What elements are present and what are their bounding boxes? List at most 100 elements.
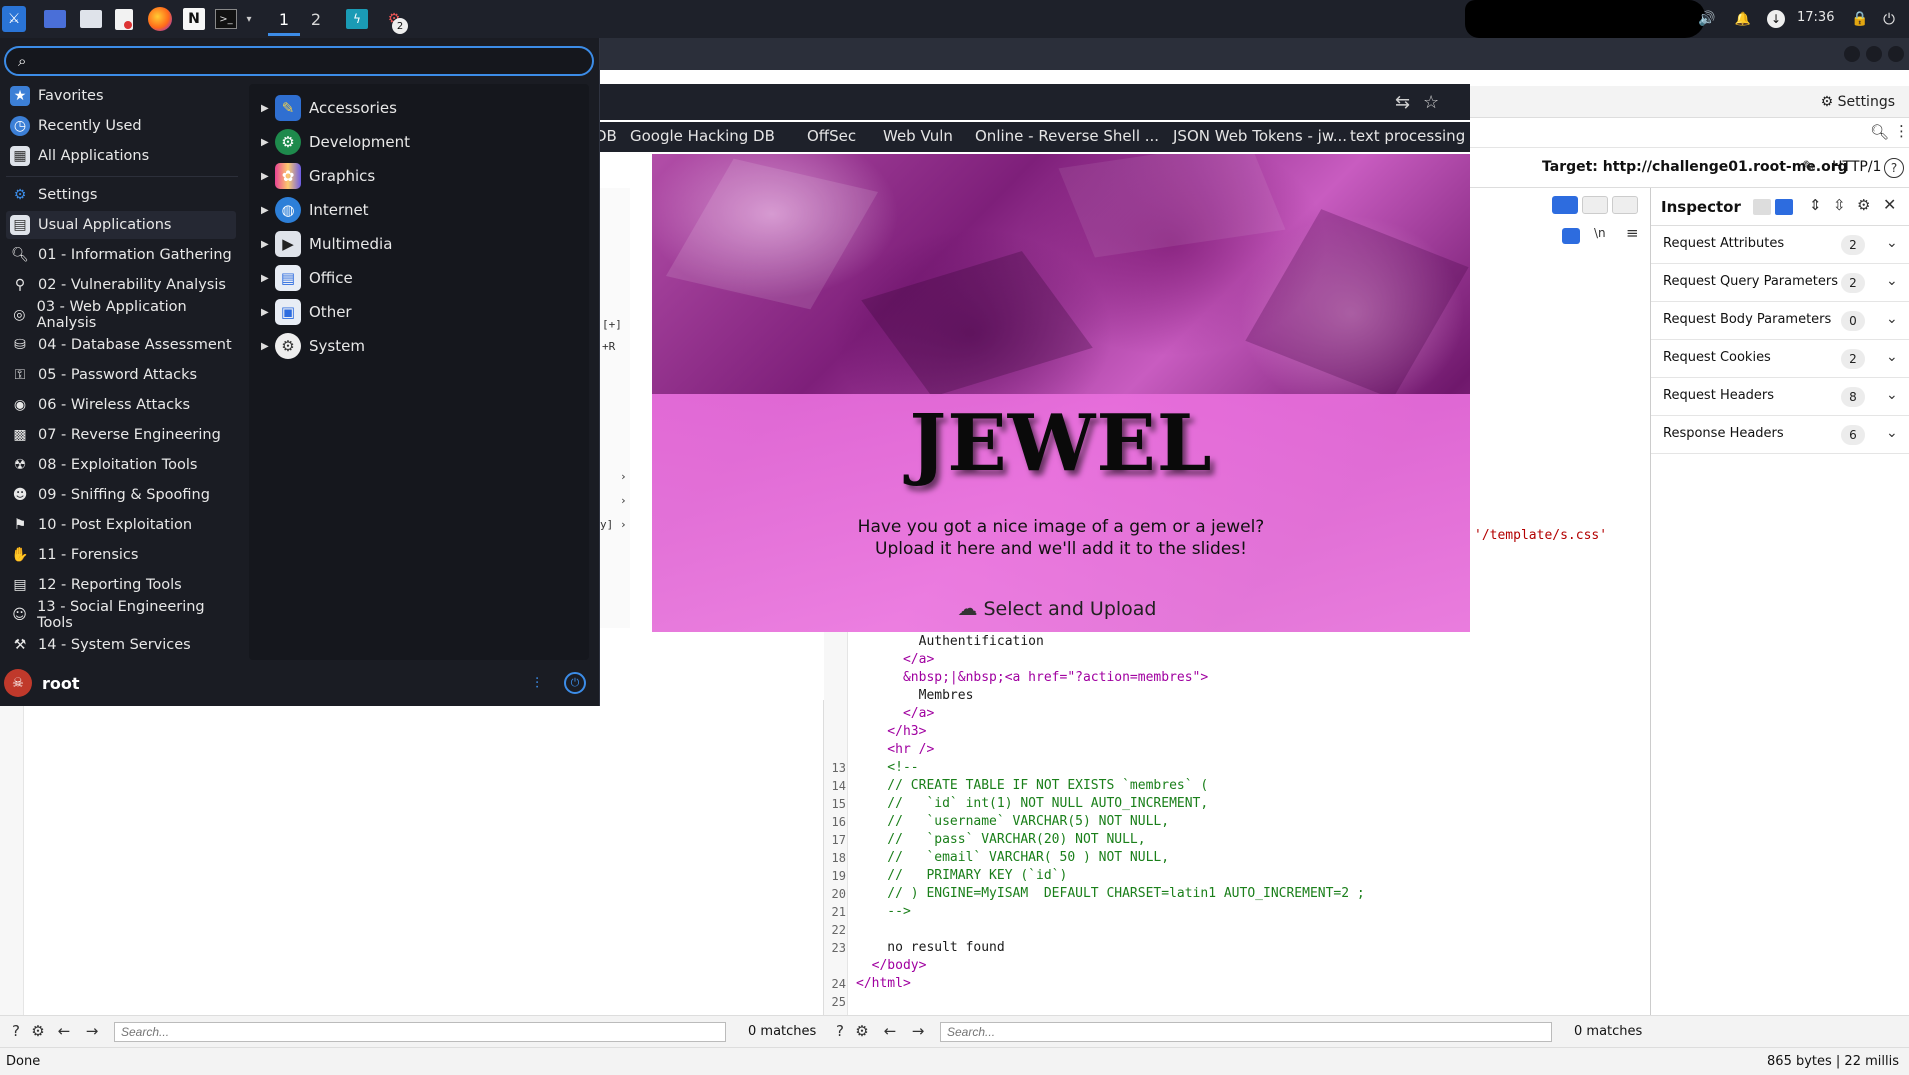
app-accessories[interactable]: ▶ ✎ Accessories — [261, 92, 581, 124]
settings-button[interactable]: ⚙ Settings — [1821, 94, 1895, 110]
category-web-application-analysis[interactable]: ◎ 03 - Web Application Analysis — [6, 299, 236, 331]
chevron-right-icon[interactable]: ▶ — [261, 137, 275, 148]
category-password-attacks[interactable]: ⚿ 05 - Password Attacks — [6, 361, 236, 389]
user-account[interactable]: ☠ root — [4, 668, 80, 698]
help-icon[interactable]: ? — [830, 1021, 850, 1041]
category-favorites[interactable]: ★ Favorites — [6, 82, 236, 110]
translate-icon[interactable]: ⇆ — [1395, 92, 1410, 113]
bookmark-item[interactable]: text processing — [1350, 127, 1465, 145]
inspector-row-body-parameters[interactable]: Request Body Parameters 0 ⌄ — [1651, 302, 1909, 340]
gear-icon[interactable]: ⚙ — [852, 1021, 872, 1041]
app-office[interactable]: ▶ ▤ Office — [261, 262, 581, 294]
kali-menu-icon[interactable]: ⚔ — [2, 6, 26, 32]
category-forensics[interactable]: ✋ 11 - Forensics — [6, 541, 236, 569]
chevron-right-icon[interactable]: › — [620, 470, 627, 483]
category-exploitation-tools[interactable]: ☢ 08 - Exploitation Tools — [6, 451, 236, 479]
chevron-right-icon[interactable]: ▶ — [261, 103, 275, 114]
bookmark-item[interactable]: OffSec — [807, 127, 856, 145]
show-desktop-icon[interactable] — [44, 10, 66, 28]
left-search-input[interactable] — [114, 1022, 726, 1042]
terminal-icon[interactable]: >_ — [215, 9, 237, 29]
kebab-menu-icon[interactable]: ⋮ — [1894, 122, 1909, 140]
inspector-row-response-headers[interactable]: Response Headers 6 ⌄ — [1651, 416, 1909, 454]
category-sniffing-spoofing[interactable]: ☻ 09 - Sniffing & Spoofing — [6, 481, 236, 509]
burp-icon[interactable]: ϟ — [346, 9, 368, 29]
app-other[interactable]: ▶ ▣ Other — [261, 296, 581, 328]
chevron-right-icon[interactable]: ▶ — [261, 205, 275, 216]
power-options-icon[interactable]: ⏻ — [564, 672, 586, 694]
inspector-row-request-headers[interactable]: Request Headers 8 ⌄ — [1651, 378, 1909, 416]
raw-view-button[interactable] — [1582, 196, 1608, 214]
workspace-1[interactable]: 1 — [268, 4, 300, 36]
hamburger-menu-icon[interactable]: ≡ — [1626, 224, 1639, 242]
chevron-right-icon[interactable]: ▶ — [261, 239, 275, 250]
notion-icon[interactable]: N — [183, 8, 205, 30]
inspector-row-request-attributes[interactable]: Request Attributes 2 ⌄ — [1651, 226, 1909, 264]
browser-url-bar[interactable]: ⇆ ☆ — [600, 84, 1470, 120]
notification-bell-icon[interactable]: 🔔 — [1734, 6, 1752, 32]
expand-all-icon[interactable]: ⇕ — [1809, 196, 1822, 214]
collapse-all-icon[interactable]: ⇳ — [1833, 196, 1846, 214]
arrow-left-icon[interactable]: ← — [880, 1021, 900, 1041]
chevron-down-icon[interactable]: ⌄ — [1886, 425, 1898, 441]
arrow-right-icon[interactable]: → — [82, 1021, 102, 1041]
edit-target-icon[interactable]: ✎ — [1802, 157, 1815, 176]
bookmark-item[interactable]: Online - Reverse Shell ... — [975, 127, 1159, 145]
gear-icon[interactable]: ⚙ — [1857, 196, 1870, 214]
request-editor[interactable] — [0, 700, 824, 1015]
chevron-down-icon[interactable]: ▾ — [242, 6, 256, 32]
chevron-down-icon[interactable]: ⌄ — [1886, 311, 1898, 327]
menu-search-input[interactable] — [42, 50, 582, 72]
category-social-engineering-tools[interactable]: ☺ 13 - Social Engineering Tools — [6, 599, 236, 631]
category-system-services[interactable]: ⚒ 14 - System Services — [6, 631, 236, 659]
newline-icon[interactable]: \n — [1594, 226, 1606, 240]
window-button[interactable] — [1888, 46, 1904, 62]
power-icon[interactable]: ⏻ — [1880, 6, 1898, 32]
inspector-row-cookies[interactable]: Request Cookies 2 ⌄ — [1651, 340, 1909, 378]
category-usual-applications[interactable]: ▤ Usual Applications — [6, 211, 236, 239]
chevron-down-icon[interactable]: ⌄ — [1886, 387, 1898, 403]
category-wireless-attacks[interactable]: ◉ 06 - Wireless Attacks — [6, 391, 236, 419]
wrap-lines-icon[interactable] — [1562, 228, 1580, 244]
layout-toggle-button[interactable] — [1753, 199, 1771, 215]
volume-icon[interactable]: 🔊 — [1698, 6, 1716, 32]
category-information-gathering[interactable]: 🔍︎ 01 - Information Gathering — [6, 241, 236, 269]
chevron-right-icon[interactable]: ▶ — [261, 307, 275, 318]
app-system[interactable]: ▶ ⚙ System — [261, 330, 581, 362]
arrow-right-icon[interactable]: → — [908, 1021, 928, 1041]
bookmark-star-icon[interactable]: ☆ — [1423, 92, 1439, 113]
search-icon[interactable]: 🔍︎ — [1870, 123, 1889, 141]
firefox-icon[interactable] — [148, 7, 172, 31]
chevron-down-icon[interactable]: ⌄ — [1886, 349, 1898, 365]
window-button[interactable] — [1866, 46, 1882, 62]
layout-toggle-button[interactable] — [1775, 199, 1793, 215]
right-search-input[interactable] — [940, 1022, 1552, 1042]
updates-icon[interactable]: ↓ — [1767, 10, 1785, 28]
chevron-right-icon[interactable]: › — [620, 518, 627, 531]
app-multimedia[interactable]: ▶ ▶ Multimedia — [261, 228, 581, 260]
category-reporting-tools[interactable]: ▤ 12 - Reporting Tools — [6, 571, 236, 599]
clock[interactable]: 17:36 — [1797, 10, 1834, 25]
close-icon[interactable]: ✕ — [1883, 195, 1896, 214]
pretty-view-button[interactable] — [1552, 196, 1578, 214]
bookmark-item[interactable]: Google Hacking DB — [630, 127, 775, 145]
hex-view-button[interactable] — [1612, 196, 1638, 214]
chevron-right-icon[interactable]: ▶ — [261, 273, 275, 284]
help-icon[interactable]: ? — [6, 1021, 26, 1041]
category-post-exploitation[interactable]: ⚑ 10 - Post Exploitation — [6, 511, 236, 539]
arrow-left-icon[interactable]: ← — [54, 1021, 74, 1041]
inspector-row-query-parameters[interactable]: Request Query Parameters 2 ⌄ — [1651, 264, 1909, 302]
app-internet[interactable]: ▶ ◍ Internet — [261, 194, 581, 226]
category-recently-used[interactable]: ◷ Recently Used — [6, 112, 236, 140]
chevron-right-icon[interactable]: ▶ — [261, 341, 275, 352]
gear-icon[interactable]: ⚙ — [28, 1021, 48, 1041]
help-icon[interactable]: ? — [1884, 158, 1904, 178]
protocol-label[interactable]: HTTP/1 — [1832, 159, 1881, 175]
text-editor-icon[interactable] — [115, 9, 133, 30]
select-and-upload-button[interactable]: ☁ Select and Upload — [857, 596, 1257, 620]
category-all-applications[interactable]: ▦ All Applications — [6, 142, 236, 170]
category-database-assessment[interactable]: ⛁ 04 - Database Assessment — [6, 331, 236, 359]
chevron-right-icon[interactable]: ▶ — [261, 171, 275, 182]
category-reverse-engineering[interactable]: ▩ 07 - Reverse Engineering — [6, 421, 236, 449]
menu-search-box[interactable]: ⌕ — [4, 46, 594, 76]
